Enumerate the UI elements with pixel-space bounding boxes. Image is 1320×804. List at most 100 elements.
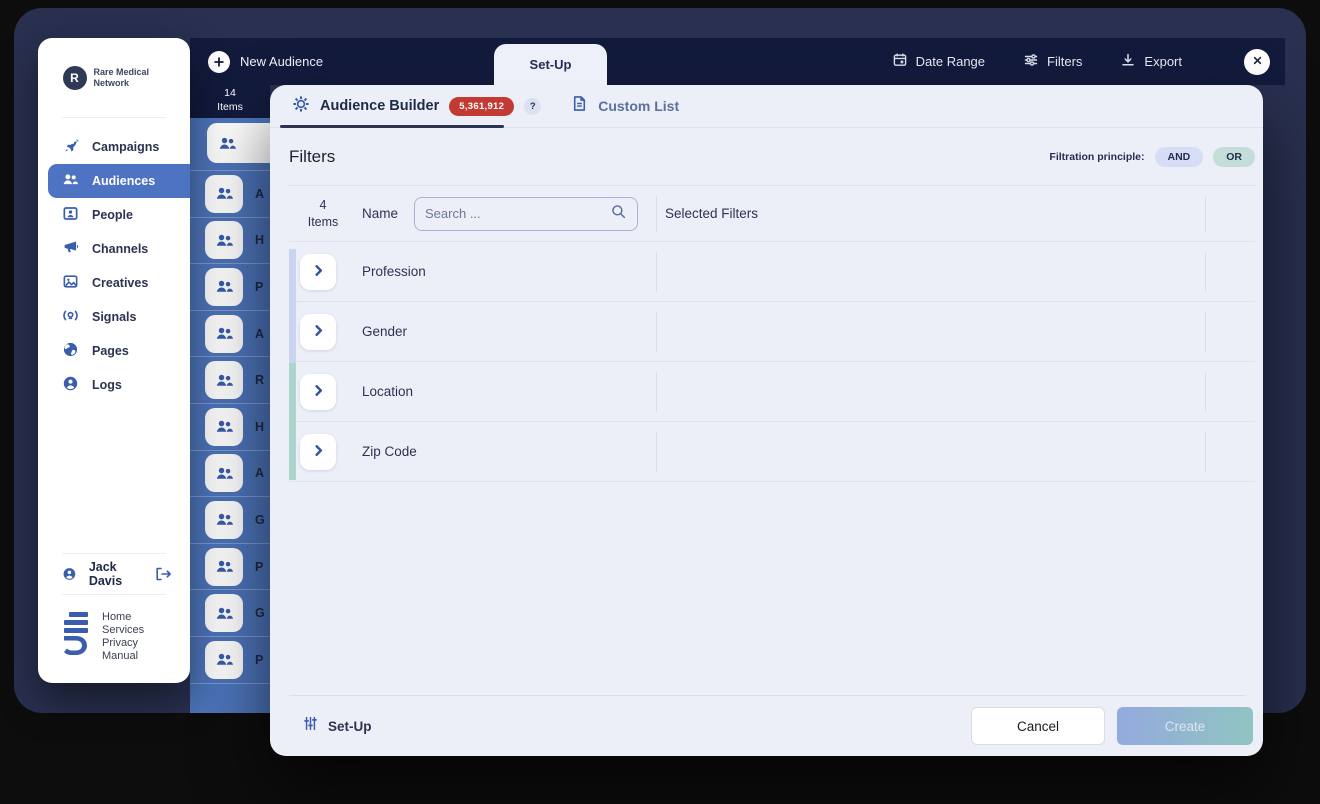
users-icon <box>205 221 243 259</box>
export-button[interactable]: Export <box>1120 52 1182 71</box>
user-circle-icon <box>62 375 79 395</box>
chevron-right-icon <box>311 443 326 461</box>
sidebar-item-label: Signals <box>92 310 136 324</box>
and-toggle[interactable]: AND <box>1155 147 1204 167</box>
tab-set-up-label: Set-Up <box>530 57 572 72</box>
footer-link-privacy[interactable]: Privacy <box>102 637 144 650</box>
audience-item[interactable]: A <box>190 451 270 498</box>
sidebar-item-signals[interactable]: Signals <box>38 300 190 334</box>
sidebar-item-label: Channels <box>92 242 148 256</box>
search-icon[interactable] <box>610 203 627 225</box>
footer-link-manual[interactable]: Manual <box>102 650 144 663</box>
vertical-sliders-icon <box>302 715 319 737</box>
sidebar-item-people[interactable]: People <box>38 198 190 232</box>
column-divider <box>656 372 657 412</box>
audience-item-label: P <box>255 653 263 667</box>
user-row: Jack Davis <box>38 554 190 594</box>
users-icon <box>205 175 243 213</box>
audience-item-label: P <box>255 280 263 294</box>
topbar-actions: Date Range Filters Export <box>892 49 1285 75</box>
filtration-label: Filtration principle: <box>1049 151 1144 163</box>
sidebar-item-pages[interactable]: Pages <box>38 334 190 368</box>
users-icon <box>205 408 243 446</box>
download-icon <box>1120 52 1136 71</box>
sidebar-item-campaigns[interactable]: Campaigns <box>38 130 190 164</box>
modal-footer: Set-Up Cancel Create <box>270 696 1263 756</box>
count-value: 14 <box>190 87 270 101</box>
audience-item-label: A <box>255 466 264 480</box>
chevron-right-icon <box>311 383 326 401</box>
column-divider <box>1205 432 1206 472</box>
audience-item-label: R <box>255 373 264 387</box>
footer-link-services[interactable]: Services <box>102 624 144 637</box>
new-audience-button[interactable]: New Audience <box>208 51 323 73</box>
filter-name: Profession <box>362 264 426 279</box>
sidebar-footer: Home Services Privacy Manual <box>38 595 190 683</box>
modal-tabs: Audience Builder 5,361,912 ? Custom List <box>270 85 1263 128</box>
audience-item[interactable]: P <box>190 637 270 684</box>
sidebar-item-label: Creatives <box>92 276 148 290</box>
filters-button[interactable]: Filters <box>1023 52 1082 71</box>
sidebar-item-channels[interactable]: Channels <box>38 232 190 266</box>
audience-item[interactable]: P <box>190 544 270 591</box>
column-divider <box>656 312 657 352</box>
audience-item-label: G <box>255 606 265 620</box>
help-icon[interactable]: ? <box>524 98 541 115</box>
sidebar-item-label: Campaigns <box>92 140 159 154</box>
audience-item-selected[interactable] <box>207 123 270 163</box>
sidebar-item-creatives[interactable]: Creatives <box>38 266 190 300</box>
count-label: Items <box>289 214 357 230</box>
setup-step-label: Set-Up <box>328 719 372 734</box>
or-toggle[interactable]: OR <box>1213 147 1255 167</box>
expand-button[interactable] <box>300 254 336 290</box>
screen: New Audience Date Range Filters Export <box>0 0 1320 804</box>
tab-label: Custom List <box>598 98 679 114</box>
audience-item[interactable]: H <box>190 404 270 451</box>
filter-name: Zip Code <box>362 444 417 459</box>
audience-items: A H P A R H A G P G P <box>190 170 270 684</box>
sidebar-item-logs[interactable]: Logs <box>38 368 190 402</box>
create-button[interactable]: Create <box>1117 707 1253 745</box>
users-icon <box>205 454 243 492</box>
audience-item[interactable]: A <box>190 171 270 218</box>
logout-icon[interactable] <box>154 566 172 582</box>
close-button[interactable] <box>1244 49 1270 75</box>
expand-button[interactable] <box>300 434 336 470</box>
audience-item[interactable]: P <box>190 264 270 311</box>
column-divider <box>656 432 657 472</box>
audience-item[interactable]: H <box>190 218 270 265</box>
users-icon <box>205 315 243 353</box>
new-audience-label: New Audience <box>240 54 323 69</box>
tab-audience-builder[interactable]: Audience Builder 5,361,912 ? <box>292 95 541 118</box>
megaphone-icon <box>62 239 79 259</box>
filter-name: Location <box>362 384 413 399</box>
filters-heading: Filters <box>289 147 335 167</box>
tab-set-up[interactable]: Set-Up <box>494 44 607 85</box>
audience-item[interactable]: R <box>190 357 270 404</box>
search-input[interactable] <box>425 206 610 221</box>
setup-step: Set-Up <box>302 715 372 737</box>
chevron-right-icon <box>311 323 326 341</box>
users-icon <box>205 641 243 679</box>
audience-list-panel: A H P A R H A G P G P <box>190 118 270 713</box>
audience-item-label: G <box>255 513 265 527</box>
date-range-button[interactable]: Date Range <box>892 52 985 71</box>
audience-item[interactable]: G <box>190 590 270 637</box>
column-divider <box>656 252 657 292</box>
tab-custom-list[interactable]: Custom List <box>571 95 679 117</box>
export-label: Export <box>1144 54 1182 69</box>
filtration-principle: Filtration principle: AND OR <box>1049 147 1255 167</box>
expand-button[interactable] <box>300 314 336 350</box>
expand-button[interactable] <box>300 374 336 410</box>
sidebar-item-audiences[interactable]: Audiences <box>48 164 190 198</box>
footer-link-home[interactable]: Home <box>102 611 144 624</box>
image-icon <box>62 273 79 293</box>
filters-table: 4 Items Name Selected Filters <box>289 186 1255 482</box>
audience-item[interactable]: A <box>190 311 270 358</box>
audience-builder-modal: Audience Builder 5,361,912 ? Custom List… <box>270 85 1263 756</box>
cancel-button[interactable]: Cancel <box>971 707 1105 745</box>
users-icon <box>205 268 243 306</box>
sidebar-nav: Campaigns Audiences People Channels <box>38 118 190 402</box>
table-header: 4 Items Name Selected Filters <box>289 186 1255 241</box>
audience-item[interactable]: G <box>190 497 270 544</box>
